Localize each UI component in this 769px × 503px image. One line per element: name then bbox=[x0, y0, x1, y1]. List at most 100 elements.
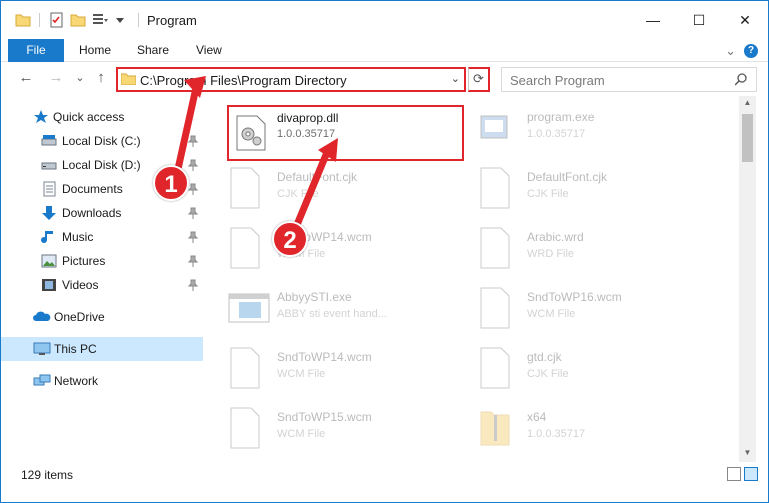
sidebar-item-videos[interactable]: Videos bbox=[1, 274, 203, 296]
blank-file-icon bbox=[227, 166, 263, 210]
recent-locations-button[interactable]: ⌄ bbox=[71, 69, 89, 87]
sidebar-item-label: OneDrive bbox=[54, 310, 105, 324]
tiles-view-icon[interactable] bbox=[744, 467, 758, 481]
back-button[interactable]: ← bbox=[17, 69, 35, 87]
documents-icon bbox=[41, 181, 57, 197]
search-input[interactable]: Search Program bbox=[501, 67, 757, 92]
sidebar-item-label: Documents bbox=[62, 182, 123, 196]
address-bar[interactable]: C:\Program Files\Program Directory ⌄ bbox=[116, 67, 466, 92]
pin-icon bbox=[187, 255, 199, 267]
videos-icon bbox=[41, 277, 57, 293]
tab-home[interactable]: Home bbox=[65, 39, 125, 62]
new-folder-icon[interactable] bbox=[70, 12, 86, 28]
file-item[interactable]: SndToWP16.wcm WCM File bbox=[455, 278, 705, 336]
chevron-down-icon[interactable]: ⌄ bbox=[451, 72, 460, 85]
folder-icon bbox=[120, 73, 137, 86]
sidebar-item-label: Downloads bbox=[62, 206, 122, 220]
sidebar-item-label: Local Disk (C:) bbox=[62, 134, 141, 148]
step-2-badge: 2 bbox=[272, 221, 308, 257]
help-icon[interactable]: ? bbox=[744, 44, 758, 58]
dll-gear-icon bbox=[235, 115, 267, 151]
blank-file-icon bbox=[477, 166, 513, 210]
file-detail: 1.0.0.35717 bbox=[527, 428, 586, 440]
file-detail: CJK File bbox=[277, 188, 319, 200]
customize-toolbar-icon[interactable] bbox=[92, 12, 108, 28]
properties-icon[interactable] bbox=[48, 12, 64, 28]
file-item[interactable]: AbbyySTI.exe ABBY sti event hand... bbox=[205, 278, 455, 336]
blank-file-icon bbox=[227, 346, 263, 390]
pin-icon bbox=[187, 135, 199, 147]
window-controls: — ☐ ✕ bbox=[630, 1, 768, 39]
file-name: gtd.cjk bbox=[527, 350, 562, 364]
scroll-up-icon[interactable]: ▲ bbox=[739, 98, 756, 110]
tab-share[interactable]: Share bbox=[123, 39, 183, 62]
file-item[interactable]: DefaultFont.cjk CJK File bbox=[455, 158, 705, 216]
file-name: DefaultFont.cjk bbox=[277, 170, 358, 184]
blank-file-icon bbox=[477, 286, 513, 330]
sidebar-item-music[interactable]: Music bbox=[1, 226, 203, 248]
file-item[interactable]: x64 1.0.0.35717 bbox=[455, 398, 705, 456]
exe-icon bbox=[477, 106, 513, 150]
sidebar-item-quick-access[interactable]: Quick access bbox=[1, 106, 203, 128]
address-path: C:\Program Files\Program Directory bbox=[140, 73, 347, 88]
file-detail: ABBY sti event hand... bbox=[277, 308, 387, 320]
step-1-badge: 1 bbox=[153, 165, 189, 201]
sidebar-item-label: Quick access bbox=[53, 110, 125, 124]
tab-view[interactable]: View bbox=[182, 39, 236, 62]
scroll-thumb[interactable] bbox=[742, 114, 753, 162]
up-button[interactable]: ↑ bbox=[92, 69, 110, 87]
pin-icon bbox=[187, 207, 199, 219]
blank-file-icon bbox=[227, 226, 263, 270]
file-item[interactable]: SndToWP14.wcm WCM File bbox=[205, 338, 455, 396]
details-view-icon[interactable] bbox=[727, 467, 741, 481]
file-detail: CJK File bbox=[527, 188, 569, 200]
file-item[interactable]: program.exe 1.0.0.35717 bbox=[455, 98, 705, 156]
search-placeholder: Search Program bbox=[510, 73, 605, 88]
pin-icon bbox=[187, 159, 199, 171]
file-name: DefaultFont.cjk bbox=[527, 170, 608, 184]
tab-file[interactable]: File bbox=[8, 39, 64, 62]
sidebar-item-downloads[interactable]: Downloads bbox=[1, 202, 203, 224]
forward-button[interactable]: → bbox=[47, 69, 65, 87]
navigation-pane: Quick access Local Disk (C:) Local Disk … bbox=[1, 96, 203, 462]
chevron-down-icon[interactable] bbox=[114, 12, 130, 28]
sidebar-item-pictures[interactable]: Pictures bbox=[1, 250, 203, 272]
folder-icon bbox=[15, 12, 31, 28]
quick-access-toolbar bbox=[15, 12, 141, 28]
file-name: program.exe bbox=[527, 110, 595, 124]
selected-file-divaprop[interactable]: divaprop.dll 1.0.0.35717 bbox=[227, 105, 464, 161]
sidebar-item-local-disk-c[interactable]: Local Disk (C:) bbox=[1, 130, 203, 152]
view-switcher bbox=[727, 467, 758, 481]
file-item[interactable]: gtd.cjk CJK File bbox=[455, 338, 705, 396]
file-name: AbbyySTI.exe bbox=[277, 290, 352, 304]
file-item[interactable]: SndToWP14.wcm WCM File bbox=[205, 218, 455, 276]
vertical-scrollbar[interactable]: ▲ ▼ bbox=[739, 96, 756, 462]
onedrive-icon bbox=[33, 309, 51, 325]
file-item[interactable]: DefaultFont.cjk CJK File bbox=[205, 158, 455, 216]
downloads-icon bbox=[41, 205, 57, 221]
blank-file-icon bbox=[477, 346, 513, 390]
navigation-bar: ← → ⌄ ↑ C:\Program Files\Program Directo… bbox=[1, 63, 768, 95]
pictures-icon bbox=[41, 253, 57, 269]
file-item[interactable]: Arabic.wrd WRD File bbox=[455, 218, 705, 276]
sidebar-item-label: This PC bbox=[54, 342, 97, 356]
zip-folder-icon bbox=[477, 406, 513, 450]
scroll-down-icon[interactable]: ▼ bbox=[739, 448, 756, 460]
sidebar-item-network[interactable]: Network bbox=[1, 370, 203, 392]
network-icon bbox=[33, 373, 51, 389]
sidebar-item-label: Videos bbox=[62, 278, 99, 292]
sidebar-item-label: Network bbox=[54, 374, 99, 388]
disk-icon bbox=[41, 133, 57, 149]
file-item[interactable]: SndToWP15.wcm WCM File bbox=[205, 398, 455, 456]
ribbon-tabs: File Home Share View ⌄ ? bbox=[1, 39, 768, 62]
expand-ribbon-icon[interactable]: ⌄ bbox=[725, 43, 736, 59]
close-button[interactable]: ✕ bbox=[722, 1, 768, 39]
file-name: SndToWP16.wcm bbox=[527, 290, 622, 304]
sidebar-item-this-pc[interactable]: This PC bbox=[1, 337, 203, 361]
status-bar: 129 items bbox=[1, 463, 768, 487]
music-icon bbox=[41, 229, 57, 245]
refresh-button[interactable]: ⟳ bbox=[468, 67, 490, 92]
minimize-button[interactable]: — bbox=[630, 1, 676, 39]
sidebar-item-onedrive[interactable]: OneDrive bbox=[1, 306, 203, 328]
maximize-button[interactable]: ☐ bbox=[676, 1, 722, 39]
